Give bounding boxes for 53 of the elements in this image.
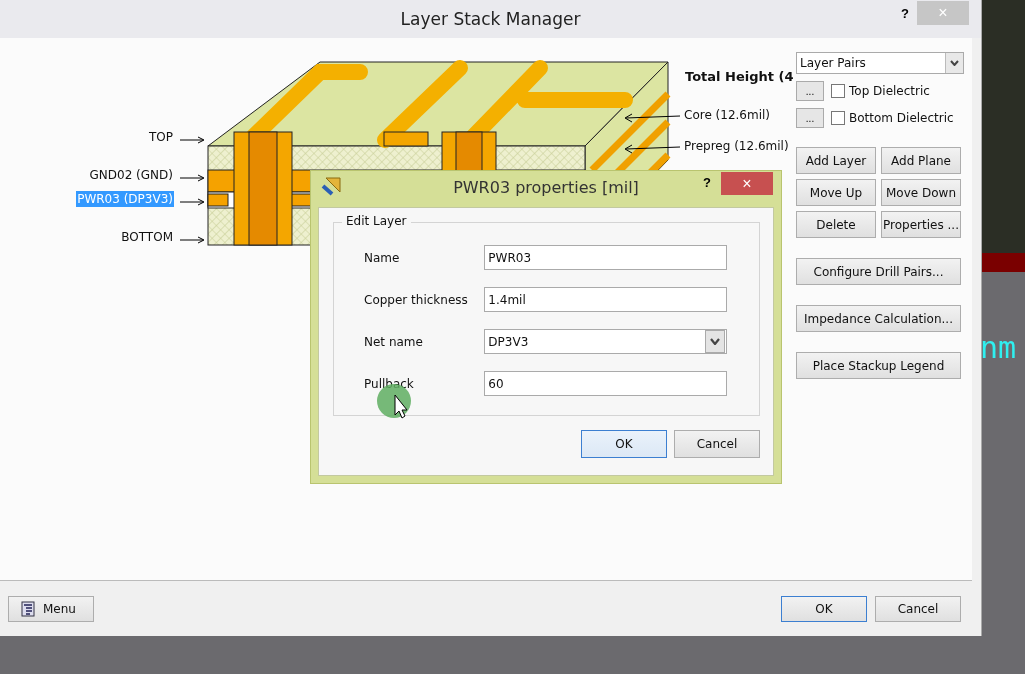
action-button[interactable]: Place Stackup Legend <box>796 352 961 379</box>
background-bar <box>982 253 1025 272</box>
layer-action-button[interactable]: Add Layer <box>796 147 876 174</box>
layer-action-button[interactable]: Add Plane <box>881 147 961 174</box>
browse-button[interactable]: ... <box>796 81 824 101</box>
footer-button[interactable]: Cancel <box>875 595 961 622</box>
input-field[interactable]: 1.4mil <box>484 287 727 312</box>
dielectric-label: Prepreg (12.6mil) <box>684 138 789 154</box>
pointer-arrow <box>179 136 205 144</box>
pointer-arrow <box>179 236 205 244</box>
action-button[interactable]: Impedance Calculation... <box>796 305 961 332</box>
menu-button[interactable]: Menu <box>8 595 94 622</box>
menu-list-icon <box>21 600 35 617</box>
checkbox[interactable] <box>831 84 845 98</box>
pointer-arrow <box>179 198 205 206</box>
layer-label[interactable]: BOTTOM <box>120 229 174 245</box>
field-label: Net name <box>364 334 424 349</box>
action-button[interactable]: Configure Drill Pairs... <box>796 258 961 285</box>
dialog-button[interactable]: OK <box>581 430 667 458</box>
input-field[interactable]: 60 <box>484 371 727 396</box>
layer-view-dropdown[interactable]: Layer Pairs <box>796 52 964 74</box>
checkbox-label: Top Dielectric <box>849 84 930 98</box>
dialog-button[interactable]: Cancel <box>674 430 760 458</box>
dielectric-label: Core (12.6mil) <box>684 107 771 123</box>
close-button[interactable]: × <box>721 172 773 195</box>
help-button[interactable]: ? <box>897 4 913 23</box>
field-label: Copper thickness <box>364 292 469 307</box>
pointer-arrow <box>624 113 681 123</box>
layer-label[interactable]: GND02 (GND) <box>88 167 174 183</box>
net-name-dropdown[interactable]: DP3V3 <box>484 329 727 354</box>
background-text: nm <box>980 330 1017 365</box>
layer-label[interactable]: TOP <box>148 129 174 145</box>
chevron-down-icon <box>945 53 963 73</box>
layer-pencil-icon <box>320 176 342 196</box>
layer-action-button[interactable]: Delete <box>796 211 876 238</box>
browse-button[interactable]: ... <box>796 108 824 128</box>
group-title: Edit Layer <box>342 214 411 228</box>
field-label: Pullback <box>364 376 415 391</box>
chevron-down-icon <box>705 330 725 353</box>
dialog-title: PWR03 properties [mil] <box>453 177 639 197</box>
input-field[interactable]: PWR03 <box>484 245 727 270</box>
field-label: Name <box>364 250 401 265</box>
checkbox-label: Bottom Dielectric <box>849 111 954 125</box>
total-height-label: Total Height (4 <box>685 69 794 84</box>
pointer-arrow <box>624 144 681 154</box>
checkbox[interactable] <box>831 111 845 125</box>
layer-action-button[interactable]: Properties ... <box>881 211 961 238</box>
help-button[interactable]: ? <box>699 173 715 192</box>
layer-action-button[interactable]: Move Down <box>881 179 961 206</box>
window-title: Layer Stack Manager <box>400 9 581 29</box>
layer-action-button[interactable]: Move Up <box>796 179 876 206</box>
footer-button[interactable]: OK <box>781 595 867 622</box>
pointer-arrow <box>179 174 205 182</box>
